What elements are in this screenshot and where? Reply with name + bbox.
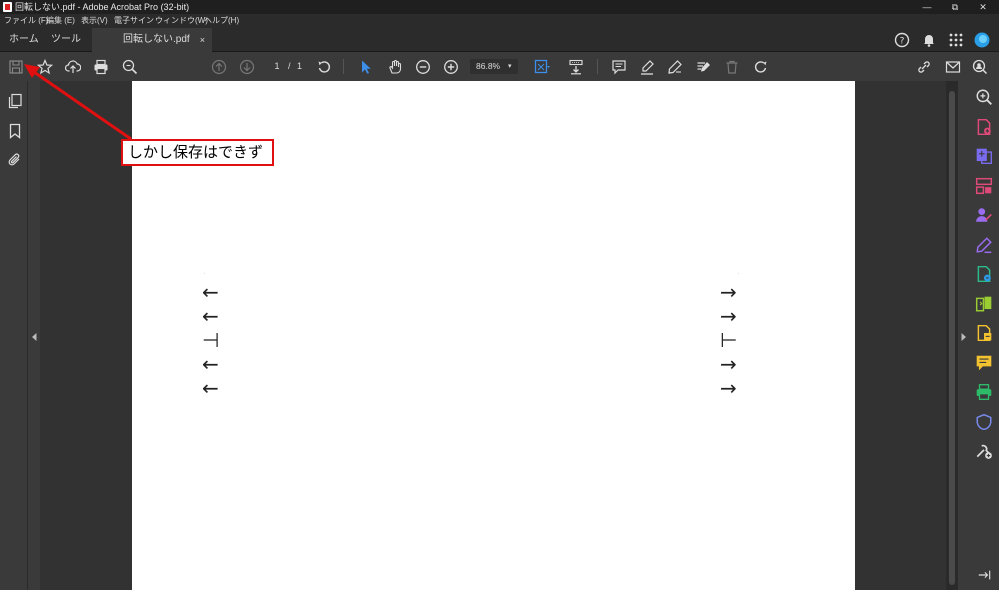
annotation-arrow: [24, 64, 132, 141]
annotation-callout: しかし保存はできず: [121, 139, 274, 166]
